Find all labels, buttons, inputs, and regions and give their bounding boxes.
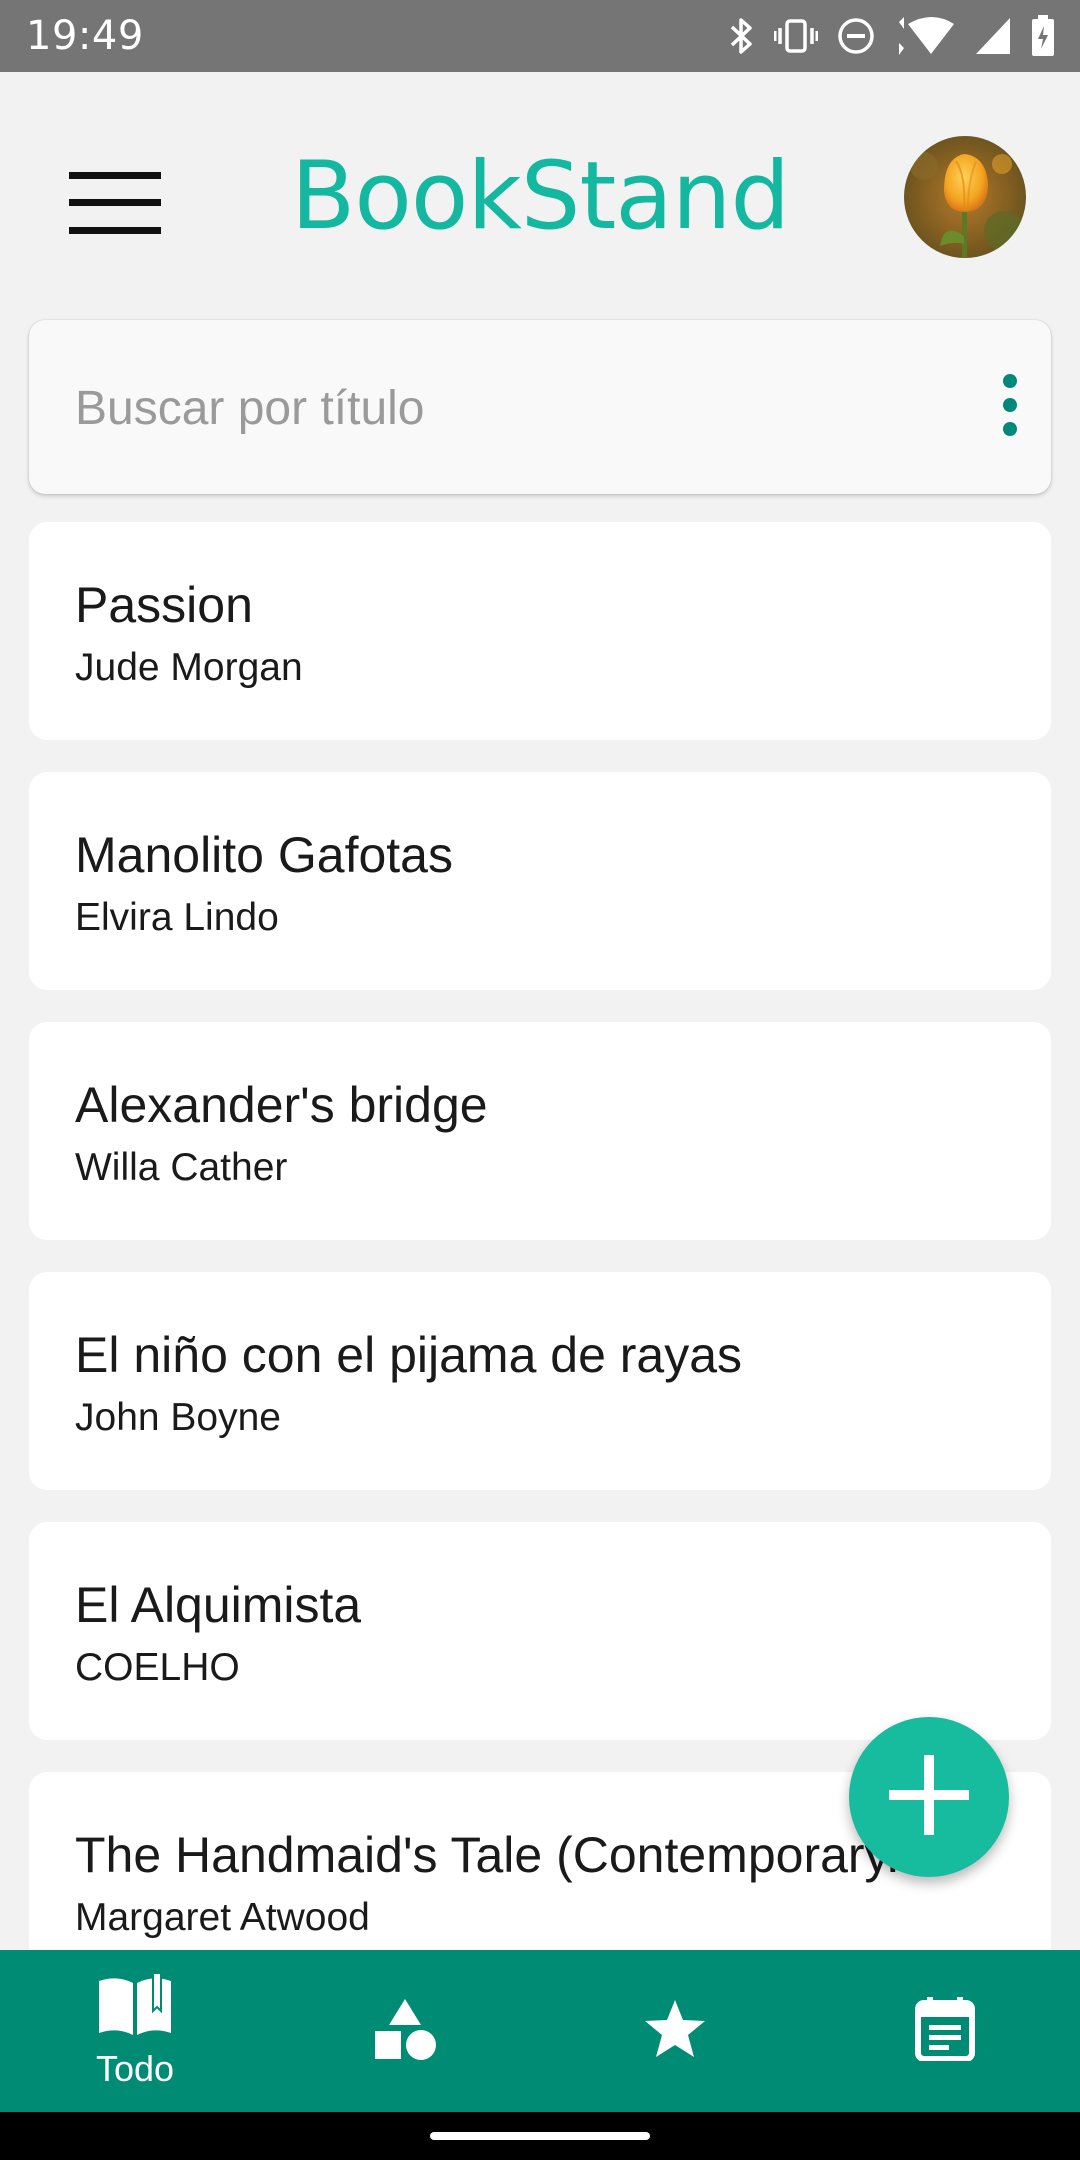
book-card[interactable]: El niño con el pijama de rayas John Boyn…	[29, 1272, 1051, 1490]
wifi-icon	[894, 16, 956, 56]
do-not-disturb-icon	[836, 16, 876, 56]
nav-item-calendar[interactable]	[810, 1950, 1080, 2112]
book-card[interactable]: Passion Jude Morgan	[29, 522, 1051, 740]
bluetooth-icon	[726, 16, 756, 56]
book-author: Willa Cather	[75, 1146, 288, 1189]
home-gesture-pill[interactable]	[430, 2132, 650, 2140]
nav-item-favorites[interactable]	[540, 1950, 810, 2112]
book-open-icon	[97, 1971, 173, 2044]
calendar-icon	[915, 1996, 975, 2066]
book-title: Passion	[75, 577, 253, 633]
book-author: John Boyne	[75, 1396, 281, 1439]
search-bar	[29, 320, 1051, 494]
book-title: El niño con el pijama de rayas	[75, 1327, 743, 1383]
gesture-navigation-area	[0, 2112, 1080, 2160]
book-title: Alexander's bridge	[75, 1077, 488, 1133]
add-book-button[interactable]	[849, 1717, 1009, 1877]
book-author: Margaret Atwood	[75, 1896, 370, 1939]
book-title: The Handmaid's Tale (Contemporary...	[75, 1827, 928, 1883]
book-title: Manolito Gafotas	[75, 827, 453, 883]
nav-item-categories[interactable]	[270, 1950, 540, 2112]
nav-item-todo[interactable]: Todo	[0, 1950, 270, 2112]
book-author: Elvira Lindo	[75, 896, 279, 939]
search-input[interactable]	[75, 376, 875, 440]
vibrate-icon	[774, 16, 818, 56]
status-icons	[726, 14, 1056, 58]
book-card[interactable]: El Alquimista COELHO	[29, 1522, 1051, 1740]
book-title: El Alquimista	[75, 1577, 362, 1633]
status-time: 19:49	[26, 13, 144, 59]
book-author: COELHO	[75, 1646, 240, 1689]
signal-icon	[974, 16, 1012, 56]
more-options-button[interactable]	[969, 366, 1051, 448]
nav-label-todo: Todo	[95, 2047, 175, 2089]
more-vertical-icon	[1000, 373, 1020, 442]
add-icon	[887, 1753, 971, 1842]
app-bar: BookStand	[0, 72, 1080, 324]
category-shapes-icon	[373, 1997, 437, 2066]
avatar[interactable]	[904, 136, 1026, 258]
book-card[interactable]: Alexander's bridge Willa Cather	[29, 1022, 1051, 1240]
battery-icon	[1030, 14, 1056, 58]
star-icon	[642, 1998, 708, 2065]
book-card[interactable]: Manolito Gafotas Elvira Lindo	[29, 772, 1051, 990]
status-bar: 19:49	[0, 0, 1080, 72]
book-author: Jude Morgan	[75, 646, 303, 689]
bottom-navigation: Todo	[0, 1950, 1080, 2112]
